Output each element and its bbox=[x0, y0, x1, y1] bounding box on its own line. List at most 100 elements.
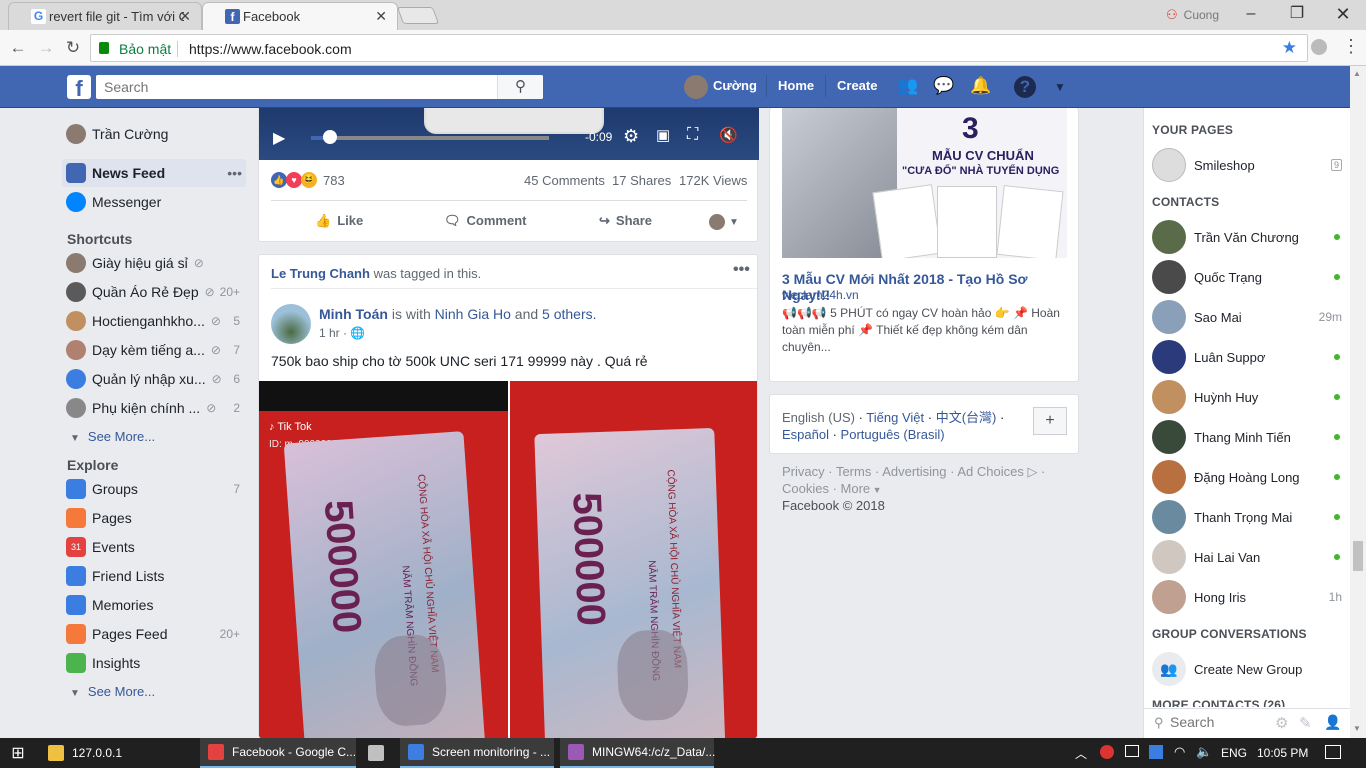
sidebar-explore-item[interactable]: Groups 7 bbox=[66, 477, 240, 501]
reload-icon[interactable]: ↻ bbox=[63, 38, 83, 58]
page-scrollbar[interactable]: ▲ ▼ bbox=[1350, 66, 1366, 738]
sidebar-shortcut-item[interactable]: Giày hiệu giá sỉ ⊘ bbox=[66, 251, 240, 275]
settings-gear-icon[interactable]: ⚙ bbox=[623, 126, 639, 147]
taskbar-item[interactable] bbox=[360, 738, 396, 768]
ad-image[interactable]: 3 MẪU CV CHUẨN "CƯA ĐỔ" NHÀ TUYỂN DỤNG bbox=[782, 108, 1067, 258]
video-progress-track[interactable] bbox=[311, 136, 549, 140]
author-link[interactable]: Minh Toán bbox=[319, 306, 388, 322]
taskbar-item[interactable]: MINGW64:/c/z_Data/... bbox=[560, 738, 715, 768]
sidebar-profile[interactable]: Trần Cường bbox=[66, 122, 168, 146]
bookmark-star-icon[interactable]: ★ bbox=[1282, 38, 1297, 58]
tab-google-search[interactable]: G revert file git - Tìm với Gc ✕ bbox=[8, 2, 202, 30]
react-as-selector[interactable]: ▼ bbox=[709, 214, 739, 230]
language-link[interactable]: Tiếng Việt bbox=[866, 410, 924, 425]
mute-icon[interactable]: 🔇 bbox=[719, 126, 738, 144]
see-more-explore-link[interactable]: ▼ See More... bbox=[70, 683, 155, 699]
footer-link[interactable]: Ad Choices bbox=[957, 464, 1023, 479]
more-options-icon[interactable]: ••• bbox=[227, 165, 242, 181]
settings-gear-icon[interactable]: ⚙ bbox=[1275, 714, 1288, 732]
tab-facebook[interactable]: f Facebook ✕ bbox=[202, 2, 398, 30]
contact-item[interactable]: Thang Minh Tiến bbox=[1152, 419, 1342, 455]
ad-domain[interactable]: vieclam24h.vn bbox=[782, 288, 859, 302]
comments-count[interactable]: 45 Comments bbox=[524, 173, 605, 188]
post-photo-1[interactable]: ♪ Tik Tok ID: m_9999999 CỘNG HÒA XÃ HỘI … bbox=[259, 381, 508, 738]
friend-requests-icon[interactable]: 👥 bbox=[897, 76, 918, 96]
contact-item[interactable]: Sao Mai 29m bbox=[1152, 299, 1342, 335]
fullscreen-icon[interactable]: ⛶ bbox=[687, 126, 698, 144]
minimize-button[interactable]: – bbox=[1239, 3, 1263, 25]
new-tab-button[interactable] bbox=[396, 7, 440, 24]
video-player[interactable]: ▶ -0:09 ⚙ ▣ ⛶ 🔇 bbox=[259, 108, 759, 160]
sidebar-explore-item[interactable]: Memories bbox=[66, 593, 240, 617]
post-options-icon[interactable]: ••• bbox=[733, 261, 750, 279]
compose-icon[interactable]: ✎ bbox=[1299, 714, 1312, 732]
shares-count[interactable]: 17 Shares bbox=[612, 173, 671, 188]
wifi-icon[interactable]: ◠ bbox=[1174, 744, 1185, 760]
sidebar-shortcut-item[interactable]: Hoctienganhkho... ⊘ 5 bbox=[66, 309, 240, 333]
maximize-button[interactable]: ❐ bbox=[1285, 3, 1309, 25]
search-icon[interactable]: ⚲ bbox=[497, 75, 543, 99]
sidebar-shortcut-item[interactable]: Quần Áo Rẻ Đẹp ⊘ 20+ bbox=[66, 280, 240, 304]
back-arrow-icon[interactable]: ← bbox=[8, 38, 28, 58]
scroll-down-arrow[interactable]: ▼ bbox=[1353, 724, 1361, 733]
profile-link[interactable]: Cường bbox=[713, 78, 757, 93]
contact-item[interactable]: Thanh Trọng Mai bbox=[1152, 499, 1342, 535]
share-button[interactable]: ↪ Share bbox=[599, 213, 652, 229]
close-tab-icon[interactable]: ✕ bbox=[375, 8, 387, 25]
extension-icon[interactable] bbox=[1311, 39, 1327, 55]
sidebar-explore-item[interactable]: Friend Lists bbox=[66, 564, 240, 588]
action-center-icon[interactable] bbox=[1325, 745, 1341, 759]
footer-link[interactable]: Advertising bbox=[882, 464, 946, 479]
comment-button[interactable]: 🗨 Comment bbox=[444, 213, 526, 229]
tray-app-icon[interactable] bbox=[1100, 745, 1114, 759]
author-avatar[interactable] bbox=[271, 304, 311, 344]
help-icon[interactable]: ? bbox=[1014, 76, 1036, 98]
close-tab-icon[interactable]: ✕ bbox=[179, 8, 191, 25]
taskbar-item[interactable]: Facebook - Google C... bbox=[200, 738, 356, 768]
tray-app-icon[interactable] bbox=[1149, 745, 1163, 759]
sidebar-shortcut-item[interactable]: Dạy kèm tiếng a... ⊘ 7 bbox=[66, 338, 240, 362]
messenger-icon[interactable]: 💬 bbox=[933, 76, 954, 96]
volume-icon[interactable]: 🔈 bbox=[1196, 744, 1212, 760]
video-scrub-handle[interactable] bbox=[323, 130, 338, 144]
footer-link[interactable]: More bbox=[841, 481, 871, 496]
contact-item[interactable]: Luân Suppơ bbox=[1152, 339, 1342, 375]
clock[interactable]: 10:05 PM bbox=[1257, 746, 1308, 760]
tray-chevron-up-icon[interactable]: ︿ bbox=[1075, 745, 1087, 762]
language-link[interactable]: Português (Brasil) bbox=[841, 427, 945, 442]
omnibox[interactable]: Bảo mật https://www.facebook.com ★ bbox=[90, 34, 1308, 62]
post-time[interactable]: 1 hr · bbox=[319, 326, 347, 340]
contact-item[interactable]: Trần Văn Chương bbox=[1152, 219, 1342, 255]
scrollbar-thumb[interactable] bbox=[1353, 541, 1363, 571]
contact-item[interactable]: Hong Iris 1h bbox=[1152, 579, 1342, 615]
footer-link[interactable]: Privacy bbox=[782, 464, 825, 479]
contact-item[interactable]: Đặng Hoàng Long bbox=[1152, 459, 1342, 495]
menu-kebab-icon[interactable]: ⋮ bbox=[1342, 36, 1360, 57]
fb-search-box[interactable]: ⚲ bbox=[96, 75, 543, 99]
sidebar-explore-item[interactable]: Pages Feed 20+ bbox=[66, 622, 240, 646]
facebook-logo-icon[interactable]: f bbox=[67, 75, 91, 101]
profile-badge[interactable]: ⚇ Cuong bbox=[1166, 7, 1219, 23]
others-link[interactable]: 5 others. bbox=[542, 306, 596, 322]
footer-link[interactable]: Cookies bbox=[782, 481, 829, 496]
sidebar-explore-item[interactable]: Pages bbox=[66, 506, 240, 530]
home-link[interactable]: Home bbox=[778, 78, 814, 93]
avatar[interactable] bbox=[684, 75, 708, 99]
windows-start-icon[interactable]: ⊞ bbox=[0, 738, 36, 768]
sidebar-explore-item[interactable]: Insights bbox=[66, 651, 240, 675]
sidebar-explore-item[interactable]: 31 Events bbox=[66, 535, 240, 559]
add-people-icon[interactable]: 👤 bbox=[1324, 714, 1341, 731]
taskbar-item[interactable]: 127.0.0.1 bbox=[40, 738, 200, 768]
input-language[interactable]: ENG bbox=[1221, 746, 1247, 760]
url-text[interactable]: https://www.facebook.com bbox=[189, 41, 352, 57]
page-item-smileshop[interactable]: Smileshop 9 bbox=[1152, 147, 1342, 183]
contact-item[interactable]: Quốc Trạng bbox=[1152, 259, 1342, 295]
close-window-button[interactable]: ✕ bbox=[1331, 3, 1355, 25]
add-language-button[interactable]: + bbox=[1033, 407, 1067, 435]
sidebar-shortcut-item[interactable]: Phụ kiện chính ... ⊘ 2 bbox=[66, 396, 240, 420]
create-link[interactable]: Create bbox=[837, 78, 877, 93]
notifications-bell-icon[interactable]: 🔔 bbox=[970, 76, 991, 96]
reactions-summary[interactable]: 👍 ♥ 😆 783 bbox=[271, 172, 345, 188]
scroll-up-arrow[interactable]: ▲ bbox=[1353, 69, 1361, 78]
footer-link[interactable]: Terms bbox=[836, 464, 871, 479]
